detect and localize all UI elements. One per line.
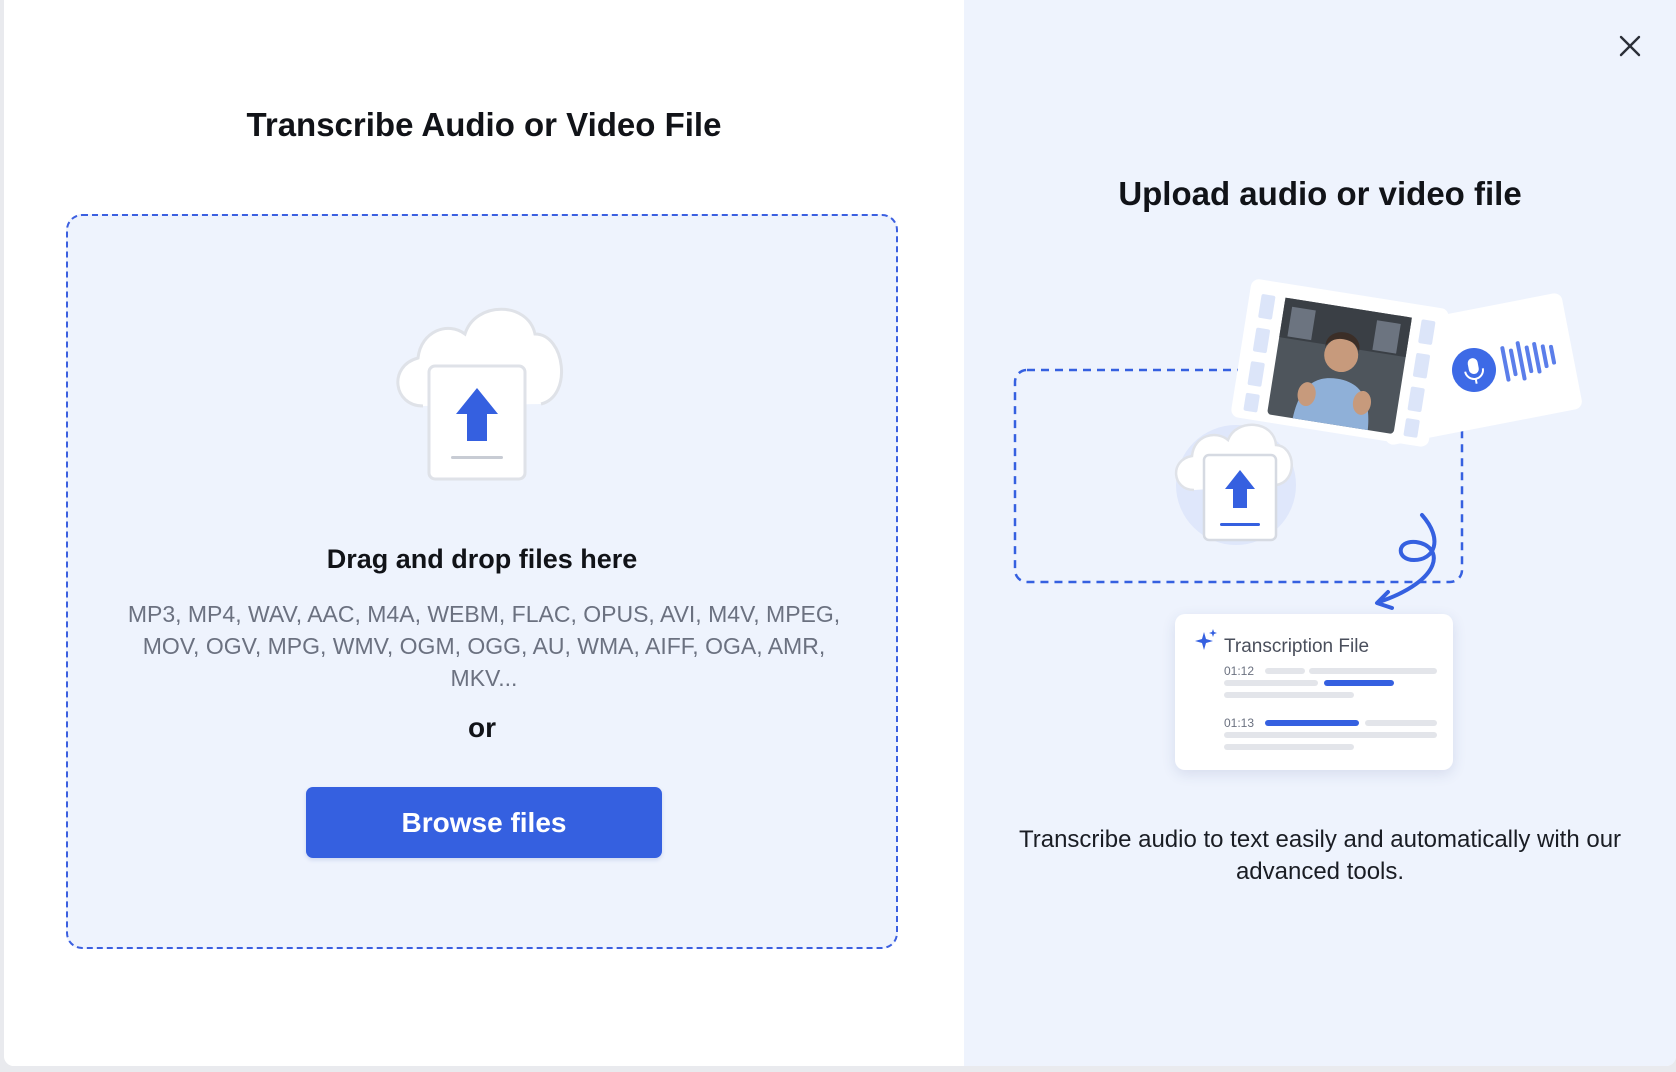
info-description: Transcribe audio to text easily and auto…	[1018, 826, 1622, 885]
close-button[interactable]	[1612, 28, 1648, 64]
cloud-upload-icon	[396, 307, 563, 481]
modal-title: Transcribe Audio or Video File	[246, 106, 722, 143]
upload-panel: Transcribe Audio or Video File Drag and …	[4, 0, 964, 1066]
transcript-lines	[1224, 668, 1437, 750]
or-separator: or	[468, 712, 496, 743]
close-icon	[1619, 35, 1641, 57]
file-dropzone[interactable]: Drag and drop files here MP3, MP4, WAV, …	[66, 214, 898, 949]
drag-drop-heading: Drag and drop files here	[326, 544, 638, 574]
browse-files-button[interactable]: Browse files	[306, 787, 662, 858]
info-panel: Upload audio or video file Transcription…	[964, 0, 1676, 1066]
transcription-card: Transcription File 01:12 01:13	[1175, 614, 1453, 770]
supported-formats-text: MP3, MP4, WAV, AAC, M4A, WEBM, FLAC, OPU…	[127, 601, 841, 691]
transcribe-modal: Transcribe Audio or Video File Drag and …	[4, 0, 1676, 1066]
upload-illustration: Transcription File 01:12 01:13	[1004, 270, 1624, 790]
info-title: Upload audio or video file	[1118, 175, 1522, 212]
